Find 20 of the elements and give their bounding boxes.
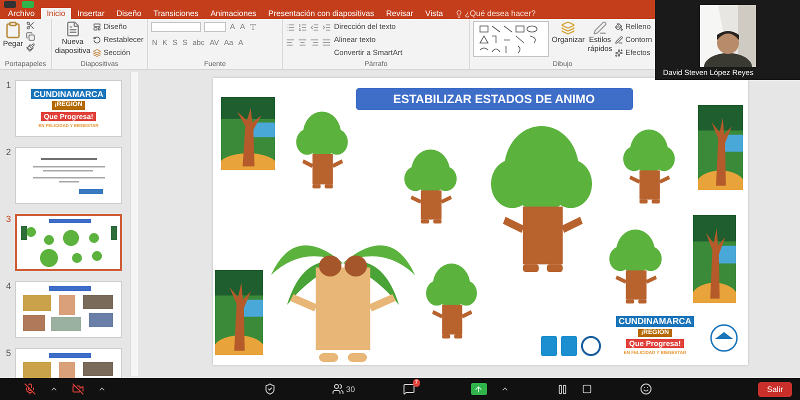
search-field[interactable]: ¿Qué desea hacer? bbox=[464, 9, 536, 18]
slide-number: 4 bbox=[6, 281, 12, 291]
ribbon-tab[interactable]: Presentación con diapositivas bbox=[262, 8, 380, 19]
slide-title: ESTABILIZAR ESTADOS DE ANIMO bbox=[356, 88, 632, 110]
slide-number: 1 bbox=[6, 80, 12, 90]
ribbon-tab[interactable]: Vista bbox=[419, 8, 449, 19]
ribbon-tab[interactable]: Revisar bbox=[380, 8, 420, 19]
ribbon-tab[interactable]: Transiciones bbox=[147, 8, 204, 19]
participants-button[interactable]: 30 bbox=[332, 383, 355, 395]
slide-number: 2 bbox=[6, 147, 12, 157]
slide-number: 5 bbox=[6, 348, 12, 358]
ribbon-tab[interactable]: Inicio bbox=[40, 8, 72, 19]
logo-name: CUNDINAMARCA bbox=[30, 88, 106, 100]
ribbon-tab[interactable]: Archivo bbox=[2, 8, 41, 19]
slide-number: 3 bbox=[6, 214, 12, 224]
leave-button[interactable]: Salir bbox=[758, 382, 792, 396]
ribbon-tab[interactable]: Diseño bbox=[110, 8, 148, 19]
logo-name: CUNDINAMARCA bbox=[616, 316, 694, 327]
ribbon-tab[interactable]: Animaciones bbox=[204, 8, 262, 19]
ribbon-tab[interactable]: Insertar bbox=[71, 8, 110, 19]
